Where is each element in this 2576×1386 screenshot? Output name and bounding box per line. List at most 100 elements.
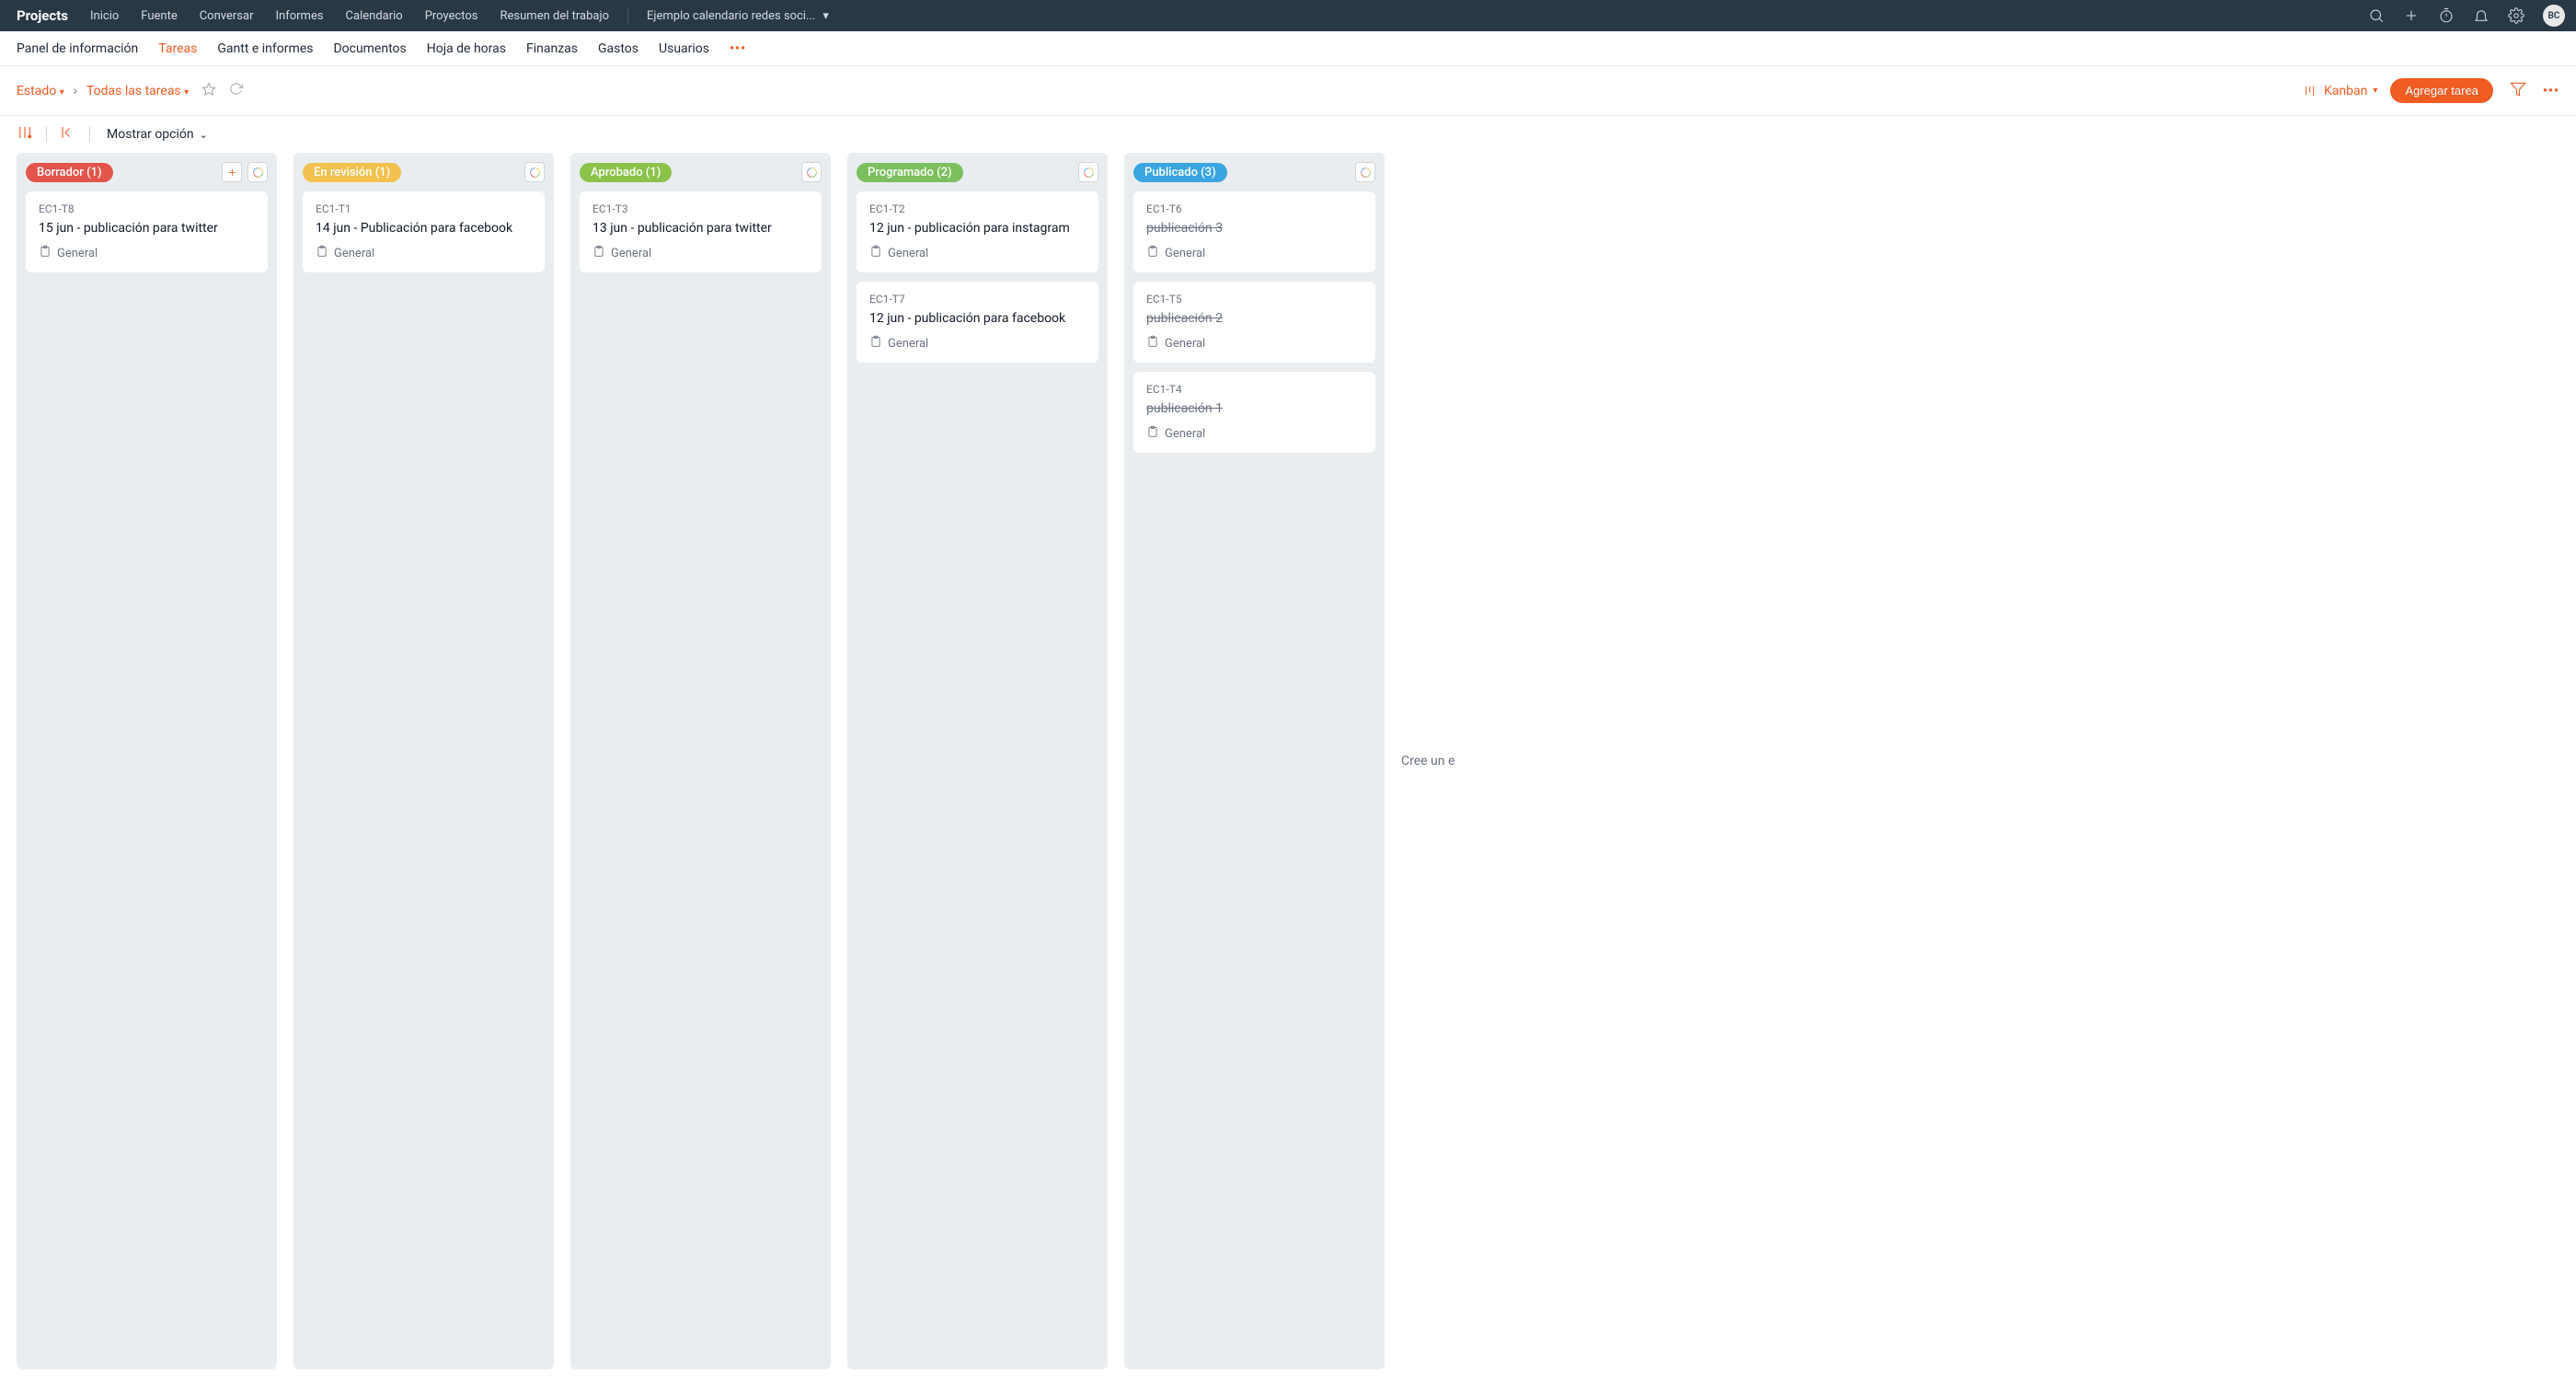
task-card[interactable]: EC1-T5 publicación 2 General	[1133, 282, 1375, 363]
task-card[interactable]: EC1-T313 jun - publicación para twitterG…	[580, 191, 822, 272]
kanban-board: Borrador (1) EC1-T8 15 jun - publicación p…	[0, 153, 2576, 1386]
task-card[interactable]: EC1-T7 12 jun - publicación para facebook…	[857, 282, 1098, 363]
task-card[interactable]: EC1-T1 14 jun - Publicación para facebook…	[303, 191, 545, 272]
filter-icon[interactable]	[2510, 81, 2526, 101]
main-nav: Inicio Fuente Conversar Informes Calenda…	[90, 9, 609, 23]
caret-down-icon: ▾	[184, 87, 189, 98]
show-options-toggle[interactable]: Mostrar opción ⌄	[107, 127, 208, 142]
kanban-column: En revisión (1) EC1-T1 14 jun - Publicació…	[293, 153, 554, 1369]
nav-informes[interactable]: Informes	[275, 9, 323, 23]
task-card[interactable]: EC1-T2 12 jun - publicación para instagra…	[857, 191, 1098, 272]
top-navbar: Projects Inicio Fuente Conversar Informe…	[0, 0, 2576, 31]
task-title: 12 jun - publicación para facebook	[869, 311, 1086, 326]
task-code: EC1-T8	[39, 202, 255, 215]
task-tag: General	[1165, 337, 1205, 351]
column-cycle-icon[interactable]	[1355, 162, 1375, 182]
refresh-icon[interactable]	[229, 82, 243, 99]
column-header: Aprobado (1)	[580, 162, 822, 182]
gear-icon[interactable]	[2508, 7, 2524, 24]
task-meta: General	[39, 245, 255, 261]
kanban-column: Programado (2) EC1-T2 12 jun - publicación…	[847, 153, 1108, 1369]
nav-proyectos[interactable]: Proyectos	[425, 9, 478, 23]
clipboard-icon	[592, 245, 605, 261]
search-icon[interactable]	[2368, 7, 2385, 24]
task-title: publicación 2	[1146, 311, 1363, 326]
breadcrumb: Estado ▾ › Todas las tareas ▾	[17, 84, 189, 98]
task-title: 14 jun - Publicación para facebook	[316, 221, 532, 236]
column-header: Borrador (1)	[26, 162, 268, 182]
task-tag: General	[888, 337, 928, 351]
avatar[interactable]: BC	[2543, 5, 2565, 27]
task-title: 12 jun - publicación para instagram	[869, 221, 1086, 236]
nav-conversar[interactable]: Conversar	[200, 9, 254, 23]
task-code: EC1-T2	[869, 202, 1086, 215]
tab-gastos[interactable]: Gastos	[598, 41, 638, 56]
nav-inicio[interactable]: Inicio	[90, 9, 119, 23]
project-subtabs: Panel de información Tareas Gantt e info…	[0, 31, 2576, 66]
column-cycle-icon[interactable]	[801, 162, 822, 182]
view-selector[interactable]: Kanban ▾	[2304, 84, 2377, 98]
crumb-todas[interactable]: Todas las tareas ▾	[86, 84, 189, 98]
crumb-estado[interactable]: Estado ▾	[17, 84, 64, 98]
star-icon[interactable]	[201, 82, 216, 100]
tab-gantt[interactable]: Gantt e informes	[217, 41, 313, 56]
add-column-hint[interactable]: Cree un e	[1401, 153, 1466, 1369]
chevron-right-icon: ›	[74, 84, 77, 98]
caret-down-icon: ▾	[2373, 86, 2377, 96]
divider	[89, 126, 90, 143]
chevron-down-icon: ⌄	[200, 129, 208, 141]
task-meta: General	[316, 245, 532, 261]
tab-panel[interactable]: Panel de información	[17, 41, 138, 56]
nav-calendario[interactable]: Calendario	[346, 9, 403, 23]
column-status-badge[interactable]: Aprobado (1)	[580, 163, 672, 182]
column-status-badge[interactable]: Programado (2)	[857, 163, 963, 182]
tab-finanzas[interactable]: Finanzas	[526, 41, 578, 56]
task-code: EC1-T6	[1146, 202, 1363, 215]
task-tag: General	[57, 247, 98, 260]
collapse-columns-icon[interactable]	[56, 124, 80, 144]
divider	[46, 126, 47, 143]
add-card-icon[interactable]	[222, 162, 242, 182]
add-task-button[interactable]: Agregar tarea	[2390, 78, 2493, 103]
task-meta: General	[869, 335, 1086, 352]
more-actions-icon[interactable]: •••	[2543, 84, 2559, 98]
more-tabs-icon[interactable]: •••	[730, 41, 746, 56]
bell-icon[interactable]	[2473, 7, 2490, 24]
task-title: 13 jun - publicación para twitter	[592, 221, 809, 236]
task-card[interactable]: EC1-T4publicación 1General	[1133, 372, 1375, 453]
task-code: EC1-T4	[1146, 383, 1363, 396]
task-tag: General	[1165, 247, 1205, 260]
tab-tareas[interactable]: Tareas	[158, 41, 197, 56]
task-title: publicación 3	[1146, 221, 1363, 236]
column-status-badge[interactable]: Publicado (3)	[1133, 163, 1227, 182]
app-brand: Projects	[17, 7, 68, 24]
task-code: EC1-T7	[869, 293, 1086, 306]
column-header: En revisión (1)	[303, 162, 545, 182]
column-cycle-icon[interactable]	[1078, 162, 1098, 182]
column-cycle-icon[interactable]	[247, 162, 268, 182]
task-card[interactable]: EC1-T8 15 jun - publicación para twitter G…	[26, 191, 268, 272]
add-icon[interactable]	[2403, 7, 2420, 24]
topbar-actions: BC	[2368, 5, 2565, 27]
columns-settings-icon[interactable]	[13, 124, 37, 144]
tab-documentos[interactable]: Documentos	[333, 41, 406, 56]
task-meta: General	[869, 245, 1086, 261]
tab-usuarios[interactable]: Usuarios	[659, 41, 709, 56]
clipboard-icon	[869, 335, 882, 352]
task-title: 15 jun - publicación para twitter	[39, 221, 255, 236]
column-status-badge[interactable]: Borrador (1)	[26, 163, 113, 182]
task-card[interactable]: EC1-T6 publicación 3 General	[1133, 191, 1375, 272]
task-code: EC1-T1	[316, 202, 532, 215]
clipboard-icon	[1146, 245, 1159, 261]
column-status-badge[interactable]: En revisión (1)	[303, 163, 401, 182]
kanban-column: Publicado (3)EC1-T6publicación 3GeneralE…	[1124, 153, 1385, 1369]
timer-icon[interactable]	[2438, 7, 2455, 24]
nav-fuente[interactable]: Fuente	[141, 9, 177, 23]
project-selector[interactable]: Ejemplo calendario redes soci... ▾	[647, 9, 829, 23]
tab-hoja[interactable]: Hoja de horas	[427, 41, 506, 56]
clipboard-icon	[1146, 335, 1159, 352]
nav-resumen[interactable]: Resumen del trabajo	[500, 9, 609, 23]
task-code: EC1-T5	[1146, 293, 1363, 306]
column-cycle-icon[interactable]	[524, 162, 545, 182]
caret-down-icon: ▾	[60, 87, 64, 98]
